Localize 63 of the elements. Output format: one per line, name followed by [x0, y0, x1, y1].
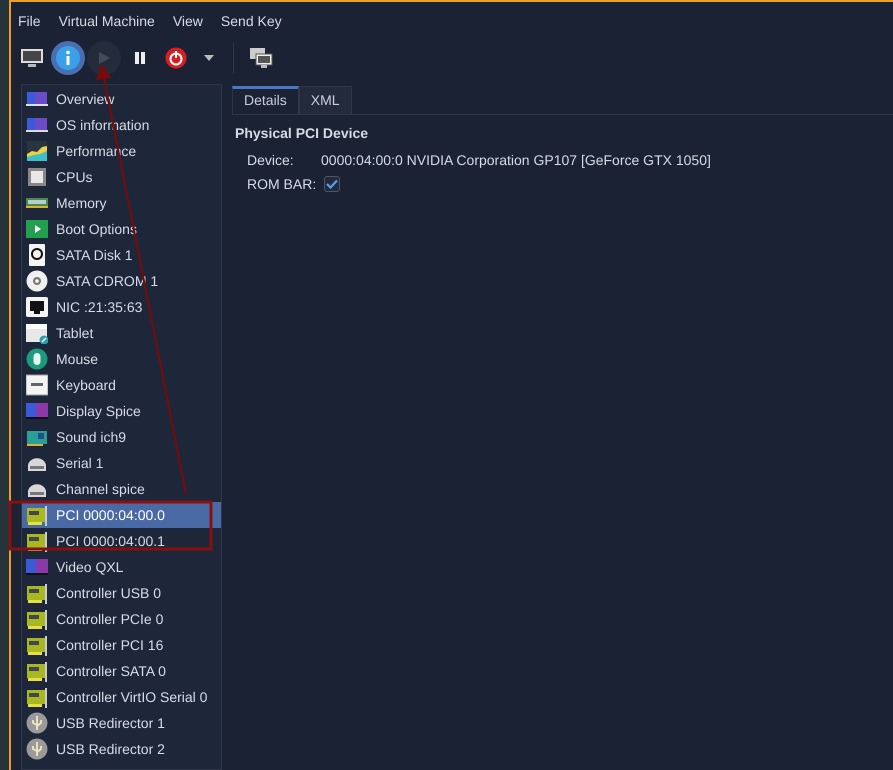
sidebar-item[interactable]: Memory: [22, 190, 221, 216]
power-icon: [165, 47, 187, 69]
usb-icon: [26, 738, 48, 760]
sidebar-item[interactable]: USB Redirector 2: [22, 736, 221, 762]
sidebar-item[interactable]: PCI 0000:04:00.1: [22, 528, 221, 554]
menu-item[interactable]: Send Key: [220, 11, 282, 32]
sidebar-item[interactable]: Overview: [22, 86, 221, 112]
sidebar-item[interactable]: USB Redirector 1: [22, 710, 221, 736]
sidebar-item[interactable]: Mouse: [22, 346, 221, 372]
caret-icon: [203, 54, 215, 62]
sidebar-item[interactable]: Performance: [22, 138, 221, 164]
sidebar-item[interactable]: Controller PCIe 0: [22, 606, 221, 632]
chart-icon: [26, 140, 48, 162]
console-monitor-icon: [20, 47, 44, 69]
sidebar-item[interactable]: Controller USB 0: [22, 580, 221, 606]
sidebar-item[interactable]: CPUs: [22, 164, 221, 190]
expansion-card-icon: [26, 686, 48, 708]
sidebar-item[interactable]: Keyboard: [22, 372, 221, 398]
menu-item[interactable]: View: [172, 11, 203, 32]
expansion-card-icon: [26, 634, 48, 656]
screens-icon: [249, 47, 273, 69]
expansion-card-icon: [26, 582, 48, 604]
sidebar-item[interactable]: Sound ich9: [22, 424, 221, 450]
sidebar-item[interactable]: NIC :21:35:63: [22, 294, 221, 320]
sidebar-item[interactable]: SATA Disk 1: [22, 242, 221, 268]
menu-item[interactable]: Virtual Machine: [58, 11, 155, 32]
info-icon: [55, 45, 81, 71]
cpu-chip-icon: [26, 166, 48, 188]
display-icon: [26, 556, 48, 578]
expansion-card-icon: [26, 504, 48, 526]
sidebar-item[interactable]: OS information: [22, 112, 221, 138]
mouse-icon: [26, 348, 48, 370]
disc-icon: [26, 270, 48, 292]
usb-icon: [26, 712, 48, 734]
ethernet-port-icon: [26, 296, 48, 318]
tab[interactable]: XML: [298, 86, 352, 114]
sidebar-item[interactable]: Channel spice: [22, 476, 221, 502]
sidebar-item[interactable]: Video QXL: [22, 554, 221, 580]
sidebar-item[interactable]: Serial 1: [22, 450, 221, 476]
tablet-icon: [26, 322, 48, 344]
expansion-card-icon: [26, 530, 48, 552]
expansion-card-icon: [26, 660, 48, 682]
sidebar-item[interactable]: Controller SATA 0: [22, 658, 221, 684]
sidebar-item[interactable]: Boot Options: [22, 216, 221, 242]
tab[interactable]: Details: [232, 86, 299, 114]
key-icon: [26, 374, 48, 396]
menu-item[interactable]: File: [18, 11, 41, 32]
rom-bar-checkbox[interactable]: [324, 176, 340, 192]
sidebar-item[interactable]: Controller PCI 16: [22, 632, 221, 658]
display-icon: [26, 400, 48, 422]
sidebar-item[interactable]: PCI 0000:04:00.0: [22, 502, 221, 528]
play-icon: [26, 218, 48, 240]
expansion-card-icon: [26, 608, 48, 630]
section-heading: Physical PCI Device: [235, 124, 370, 143]
sidebar-item[interactable]: Controller VirtIO Serial 0: [22, 684, 221, 710]
field-label: Device:: [247, 150, 295, 170]
info-button[interactable]: [51, 41, 85, 75]
play-icon: [97, 51, 111, 65]
field-label: ROM BAR:: [247, 174, 316, 194]
pause-icon: [133, 51, 147, 65]
field-value: 0000:04:00:0 NVIDIA Corporation GP107 [GeForce GTX 1050]: [321, 150, 711, 170]
sidebar-item[interactable]: Display Spice: [22, 398, 221, 424]
sidebar-item[interactable]: Tablet: [22, 320, 221, 346]
